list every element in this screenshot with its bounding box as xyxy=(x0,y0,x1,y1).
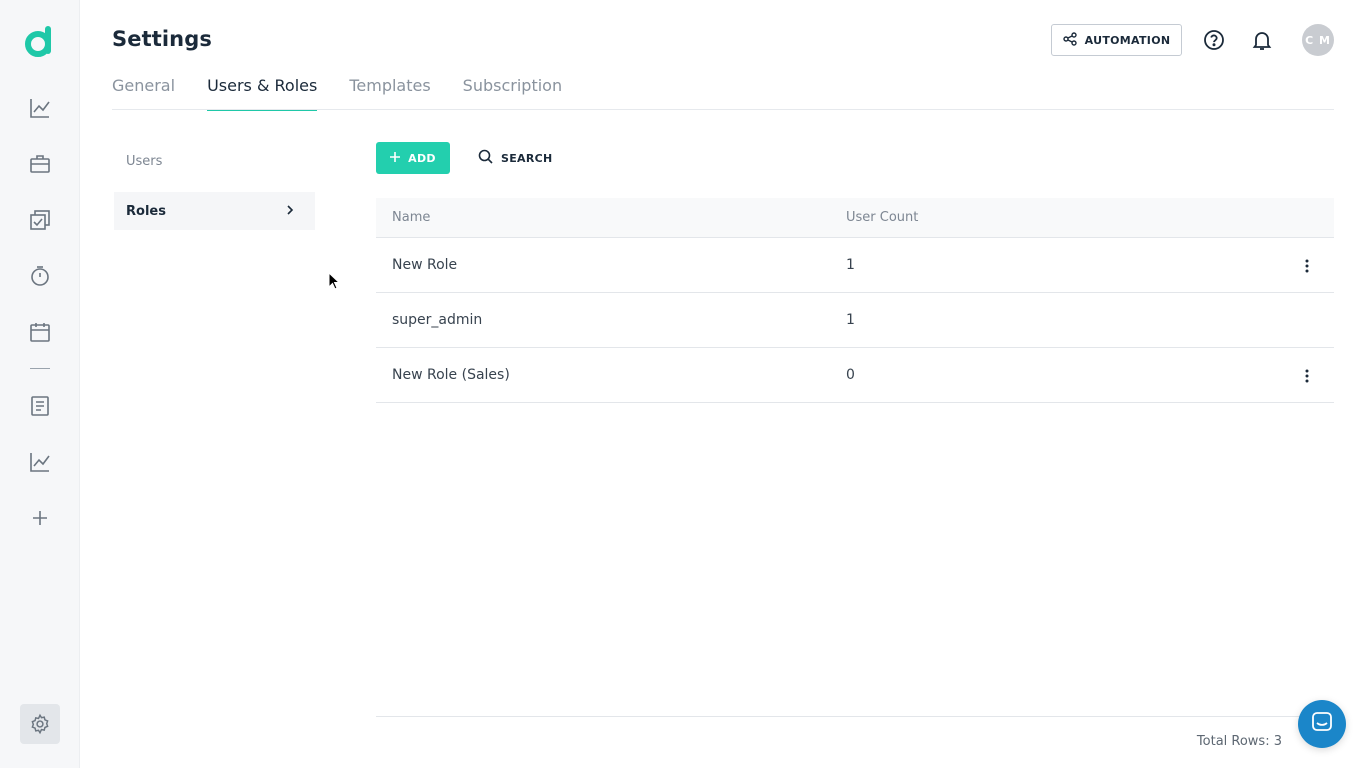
calendar-icon[interactable] xyxy=(28,320,52,344)
table-footer-divider xyxy=(376,716,1334,717)
tab-users-roles[interactable]: Users & Roles xyxy=(207,74,318,111)
role-user-count: 1 xyxy=(846,312,855,328)
column-header-name[interactable]: Name xyxy=(392,210,430,225)
automation-button[interactable]: AUTOMATION xyxy=(1051,24,1182,56)
total-rows-label: Total Rows: 3 xyxy=(1196,734,1282,749)
search-label: SEARCH xyxy=(501,151,553,165)
briefcase-icon[interactable] xyxy=(28,152,52,176)
column-header-user-count[interactable]: User Count xyxy=(846,210,918,225)
page-title: Settings xyxy=(112,27,212,51)
search-button[interactable]: SEARCH xyxy=(470,142,561,174)
tab-subscription[interactable]: Subscription xyxy=(463,74,562,110)
document-icon[interactable] xyxy=(28,394,52,418)
add-label: ADD xyxy=(408,151,436,165)
share-nodes-icon xyxy=(1062,31,1077,49)
subnav-roles[interactable]: Roles xyxy=(114,192,315,230)
tasks-icon[interactable] xyxy=(28,208,52,232)
role-name: super_admin xyxy=(392,312,483,328)
role-name: New Role (Sales) xyxy=(392,367,510,383)
avatar[interactable]: C M xyxy=(1302,24,1334,56)
settings-icon[interactable] xyxy=(20,704,60,744)
chat-icon xyxy=(1311,711,1333,737)
timer-icon[interactable] xyxy=(28,264,52,288)
left-rail xyxy=(0,0,80,768)
subnav-users-label: Users xyxy=(126,153,163,169)
role-user-count: 0 xyxy=(846,367,855,383)
plus-icon[interactable] xyxy=(28,506,52,530)
roles-table: Name User Count New Role 1 super_admin 1… xyxy=(376,198,1334,403)
logo-icon[interactable] xyxy=(24,24,56,58)
search-icon xyxy=(478,149,493,167)
reports-icon[interactable] xyxy=(28,450,52,474)
automation-label: AUTOMATION xyxy=(1084,33,1171,47)
add-button[interactable]: ADD xyxy=(376,142,450,174)
mouse-cursor-icon xyxy=(328,271,341,290)
more-options-icon[interactable] xyxy=(1298,367,1316,385)
tabs-divider xyxy=(112,109,1334,110)
notification-bell-icon[interactable] xyxy=(1250,28,1274,52)
analytics-icon[interactable] xyxy=(28,96,52,120)
subnav-roles-label: Roles xyxy=(126,203,166,219)
role-name: New Role xyxy=(392,257,458,273)
table-row[interactable]: New Role (Sales) 0 xyxy=(376,348,1334,403)
table-header: Name User Count xyxy=(376,198,1334,238)
more-options-icon[interactable] xyxy=(1298,257,1316,275)
tab-general[interactable]: General xyxy=(112,74,175,110)
chevron-right-icon xyxy=(285,204,295,220)
settings-tabs: General Users & Roles Templates Subscrip… xyxy=(112,74,562,111)
table-row[interactable]: New Role 1 xyxy=(376,238,1334,293)
subnav-users[interactable]: Users xyxy=(114,142,315,180)
tab-templates[interactable]: Templates xyxy=(349,74,430,110)
plus-icon xyxy=(390,151,401,165)
rail-divider xyxy=(30,368,50,369)
role-user-count: 1 xyxy=(846,257,855,273)
help-icon[interactable] xyxy=(1202,28,1226,52)
chat-launcher-button[interactable] xyxy=(1298,700,1346,748)
table-row[interactable]: super_admin 1 xyxy=(376,293,1334,348)
